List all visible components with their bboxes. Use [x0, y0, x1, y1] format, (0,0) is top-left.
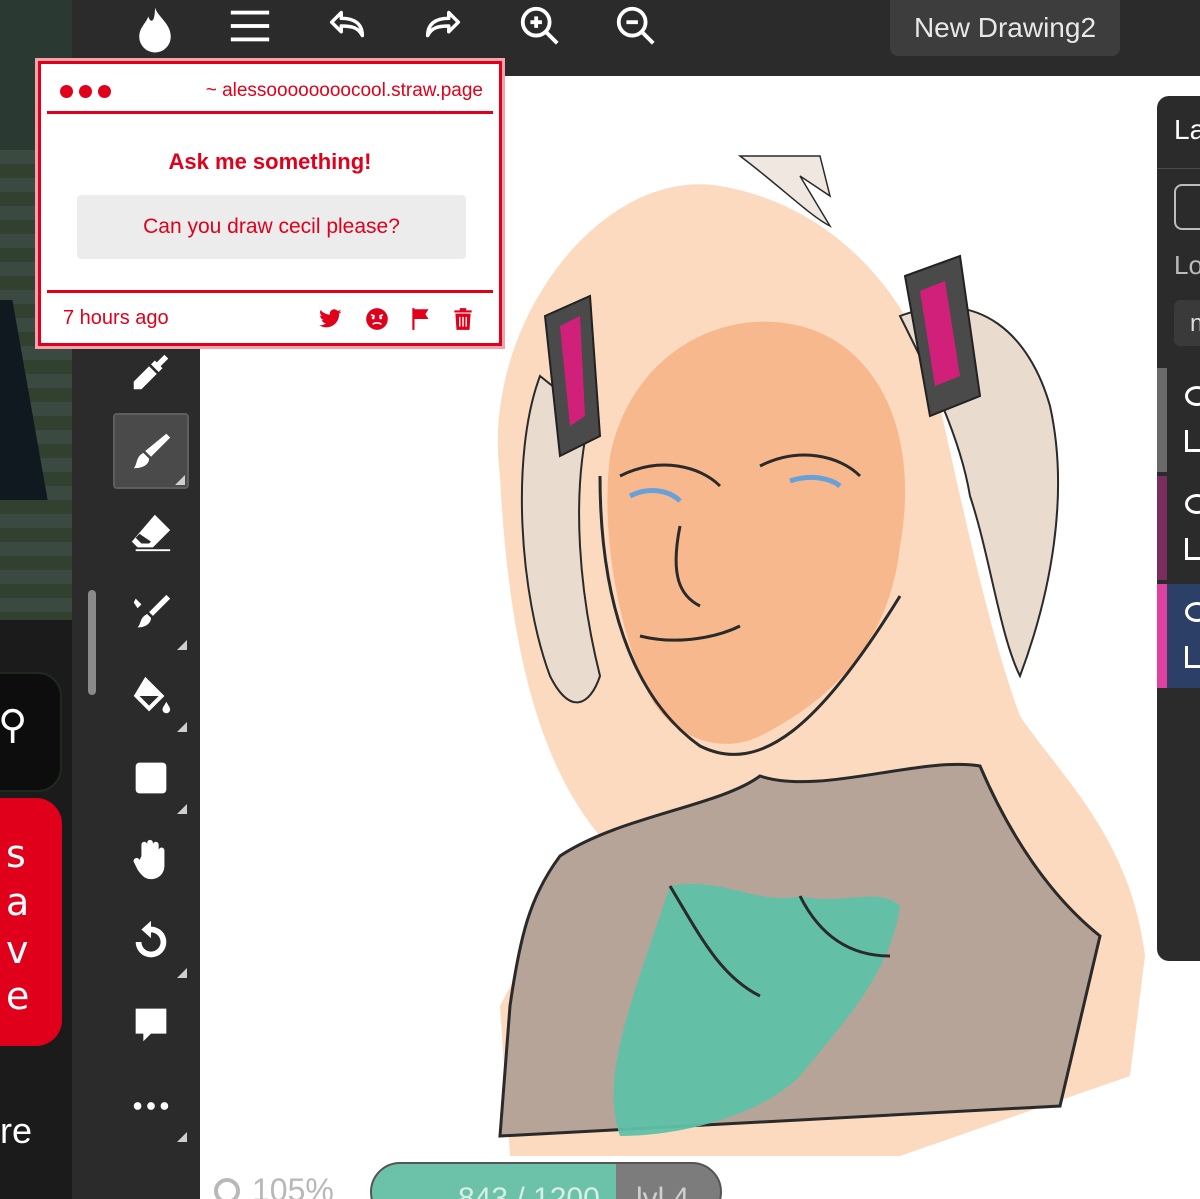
- brush-icon: [133, 433, 171, 469]
- scrollbar-thumb[interactable]: [88, 590, 96, 695]
- layer-row-selected[interactable]: [1157, 584, 1200, 688]
- menu-icon: [230, 10, 270, 42]
- hand-icon: [133, 839, 165, 880]
- fill-bucket-icon: [133, 676, 171, 714]
- save-letter: s: [6, 832, 26, 876]
- layers-panel: La Lo n: [1157, 96, 1200, 961]
- eraser-tool[interactable]: [113, 494, 189, 570]
- undo-button[interactable]: [317, 4, 377, 48]
- popup-question: Can you draw cecil please?: [77, 195, 466, 259]
- zoom-in-icon: [520, 6, 559, 45]
- fill-tool[interactable]: [113, 658, 189, 734]
- tool-options-corner: [177, 804, 187, 814]
- window-dot: [79, 85, 92, 98]
- magnifier-icon: [214, 1177, 240, 1199]
- more-tool[interactable]: [113, 1068, 189, 1144]
- tool-options-corner: [177, 968, 187, 978]
- zoom-out-icon: [616, 6, 655, 45]
- xp-progress-text: 843 / 1200: [458, 1182, 600, 1199]
- save-button[interactable]: s a v e: [0, 798, 62, 1046]
- eye-icon[interactable]: [1185, 602, 1200, 622]
- popup-header: ~ alessoooooooocool.straw.page: [47, 70, 493, 114]
- app-logo[interactable]: [125, 0, 185, 60]
- tool-options-corner: [177, 722, 187, 732]
- comment-icon: [135, 1008, 167, 1042]
- layers-label: Lo: [1174, 250, 1200, 280]
- angry-face-icon: [366, 308, 388, 330]
- undo-icon: [329, 10, 365, 38]
- zoom-indicator[interactable]: 105%: [214, 1172, 334, 1199]
- layers-divider: [1157, 168, 1200, 169]
- layer-thumbnail-icon: [1185, 430, 1200, 452]
- menu-button[interactable]: [220, 4, 280, 48]
- popup-footer: 7 hours ago: [47, 290, 493, 340]
- save-letter: v: [6, 928, 29, 972]
- block-user-button[interactable]: [363, 305, 391, 333]
- zoom-out-button[interactable]: [606, 4, 666, 48]
- tool-options-corner: [177, 640, 187, 650]
- redo-icon: [425, 10, 461, 38]
- sparkle-search-icon: ⚲: [0, 703, 28, 747]
- layers-panel-title: La: [1174, 114, 1200, 145]
- shape-icon: [135, 762, 167, 794]
- smudge-icon: [133, 594, 171, 628]
- eye-icon[interactable]: [1185, 494, 1200, 514]
- undo-history-icon: [135, 920, 167, 958]
- brush-tool[interactable]: [113, 413, 189, 489]
- xp-level-text: lvl 4: [636, 1182, 690, 1199]
- save-letter: e: [6, 974, 30, 1018]
- layer-blend-field[interactable]: n: [1174, 300, 1200, 346]
- redo-button[interactable]: [413, 4, 473, 48]
- layer-color-stripe: [1157, 476, 1167, 580]
- popup-url[interactable]: ~ alessoooooooocool.straw.page: [206, 80, 483, 102]
- history-tool[interactable]: [113, 904, 189, 980]
- window-dot: [98, 85, 111, 98]
- eyedropper-icon: [133, 354, 169, 390]
- document-title[interactable]: New Drawing2: [890, 0, 1120, 56]
- xp-progress-bar: 843 / 1200 lvl 4: [370, 1162, 722, 1199]
- trash-icon: [454, 308, 472, 330]
- comment-tool[interactable]: [113, 986, 189, 1062]
- layer-thumbnail-icon: [1185, 646, 1200, 668]
- flag-icon: [412, 308, 429, 330]
- tool-options-corner: [177, 1132, 187, 1142]
- report-button[interactable]: [407, 305, 435, 333]
- layer-row[interactable]: [1157, 368, 1200, 472]
- sparkle-search-button[interactable]: ⚲: [0, 672, 62, 792]
- zoom-level: 105%: [252, 1172, 334, 1199]
- delete-button[interactable]: [449, 305, 477, 333]
- zoom-in-button[interactable]: [510, 4, 570, 48]
- background-text: re: [0, 1110, 33, 1151]
- layer-color-stripe: [1157, 584, 1167, 688]
- layer-toggle-button[interactable]: [1174, 184, 1200, 230]
- eye-icon[interactable]: [1185, 386, 1200, 406]
- layer-row[interactable]: [1157, 476, 1200, 580]
- hand-tool[interactable]: [113, 822, 189, 898]
- tool-options-corner: [175, 475, 185, 485]
- ask-popup: ~ alessoooooooocool.straw.page Ask me so…: [38, 61, 502, 346]
- window-dot: [60, 85, 73, 98]
- shape-tool[interactable]: [113, 740, 189, 816]
- smudge-tool[interactable]: [113, 576, 189, 652]
- eraser-icon: [131, 514, 171, 552]
- layer-color-stripe: [1157, 368, 1167, 472]
- layer-thumbnail-icon: [1185, 538, 1200, 560]
- twitter-share-button[interactable]: [317, 305, 345, 333]
- more-icon: [133, 1102, 169, 1110]
- save-letter: a: [6, 880, 30, 924]
- twitter-icon: [319, 309, 342, 328]
- popup-timestamp: 7 hours ago: [63, 307, 169, 329]
- popup-heading: Ask me something!: [168, 149, 372, 174]
- logo-icon: [139, 7, 171, 53]
